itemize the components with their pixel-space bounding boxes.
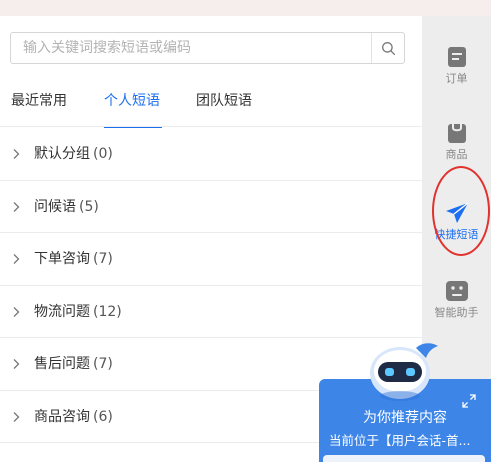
group-count: (6) <box>93 408 113 425</box>
group-row-order-inquiry[interactable]: 下单咨询 (7) <box>0 233 422 286</box>
chevron-right-icon <box>13 254 20 264</box>
group-name: 默认分组 <box>34 146 90 162</box>
chevron-right-icon <box>13 411 20 422</box>
search-button[interactable] <box>371 33 404 63</box>
card-title: 为你推荐内容 <box>363 410 447 426</box>
group-name: 物流问题 <box>34 303 90 320</box>
sidebar-item-label: 订单 <box>445 72 468 85</box>
sidebar-item-label: 商品 <box>445 148 468 161</box>
group-count: (5) <box>79 198 99 215</box>
tab-personal[interactable]: 个人短语 <box>104 90 160 112</box>
group-name: 问候语 <box>34 198 76 215</box>
group-name: 下单咨询 <box>34 251 90 267</box>
group-name: 售后问题 <box>34 356 90 372</box>
highlight-annotation <box>432 166 490 256</box>
robot-mascot-icon <box>370 343 438 401</box>
order-icon <box>447 47 466 67</box>
group-row-default[interactable]: 默认分组 (0) <box>0 128 422 181</box>
group-row-logistics[interactable]: 物流问题 (12) <box>0 286 422 338</box>
chevron-right-icon <box>13 359 20 369</box>
group-count: (0) <box>93 146 113 162</box>
tabs-divider <box>0 126 422 127</box>
shopping-bag-icon <box>447 124 466 143</box>
group-name: 商品咨询 <box>34 408 90 425</box>
search-box[interactable]: 输入关键词搜索短语或编码 <box>10 32 405 64</box>
sidebar-item-label: 智能助手 <box>434 306 479 319</box>
phrase-tabs: 最近常用 个人短语 团队短语 <box>0 90 422 130</box>
sidebar-item-smart-assistant[interactable]: 智能助手 <box>422 280 491 340</box>
robot-face-icon <box>445 281 468 301</box>
tab-recent[interactable]: 最近常用 <box>11 90 67 112</box>
chevron-right-icon <box>13 149 20 159</box>
search-icon <box>381 41 395 55</box>
chevron-right-icon <box>13 306 20 317</box>
card-subtitle: 当前位于【用户会话-首... <box>329 433 471 448</box>
tab-team[interactable]: 团队短语 <box>196 90 252 112</box>
group-count: (7) <box>93 356 113 372</box>
card-input-area[interactable] <box>323 455 485 462</box>
chevron-right-icon <box>13 201 20 212</box>
group-row-greetings[interactable]: 问候语 (5) <box>0 181 422 233</box>
sidebar-item-order[interactable]: 订单 <box>422 46 491 106</box>
search-input[interactable]: 输入关键词搜索短语或编码 <box>23 33 191 63</box>
expand-icon[interactable] <box>462 394 476 408</box>
group-count: (12) <box>93 303 122 320</box>
group-count: (7) <box>93 251 113 267</box>
top-strip <box>0 0 491 16</box>
